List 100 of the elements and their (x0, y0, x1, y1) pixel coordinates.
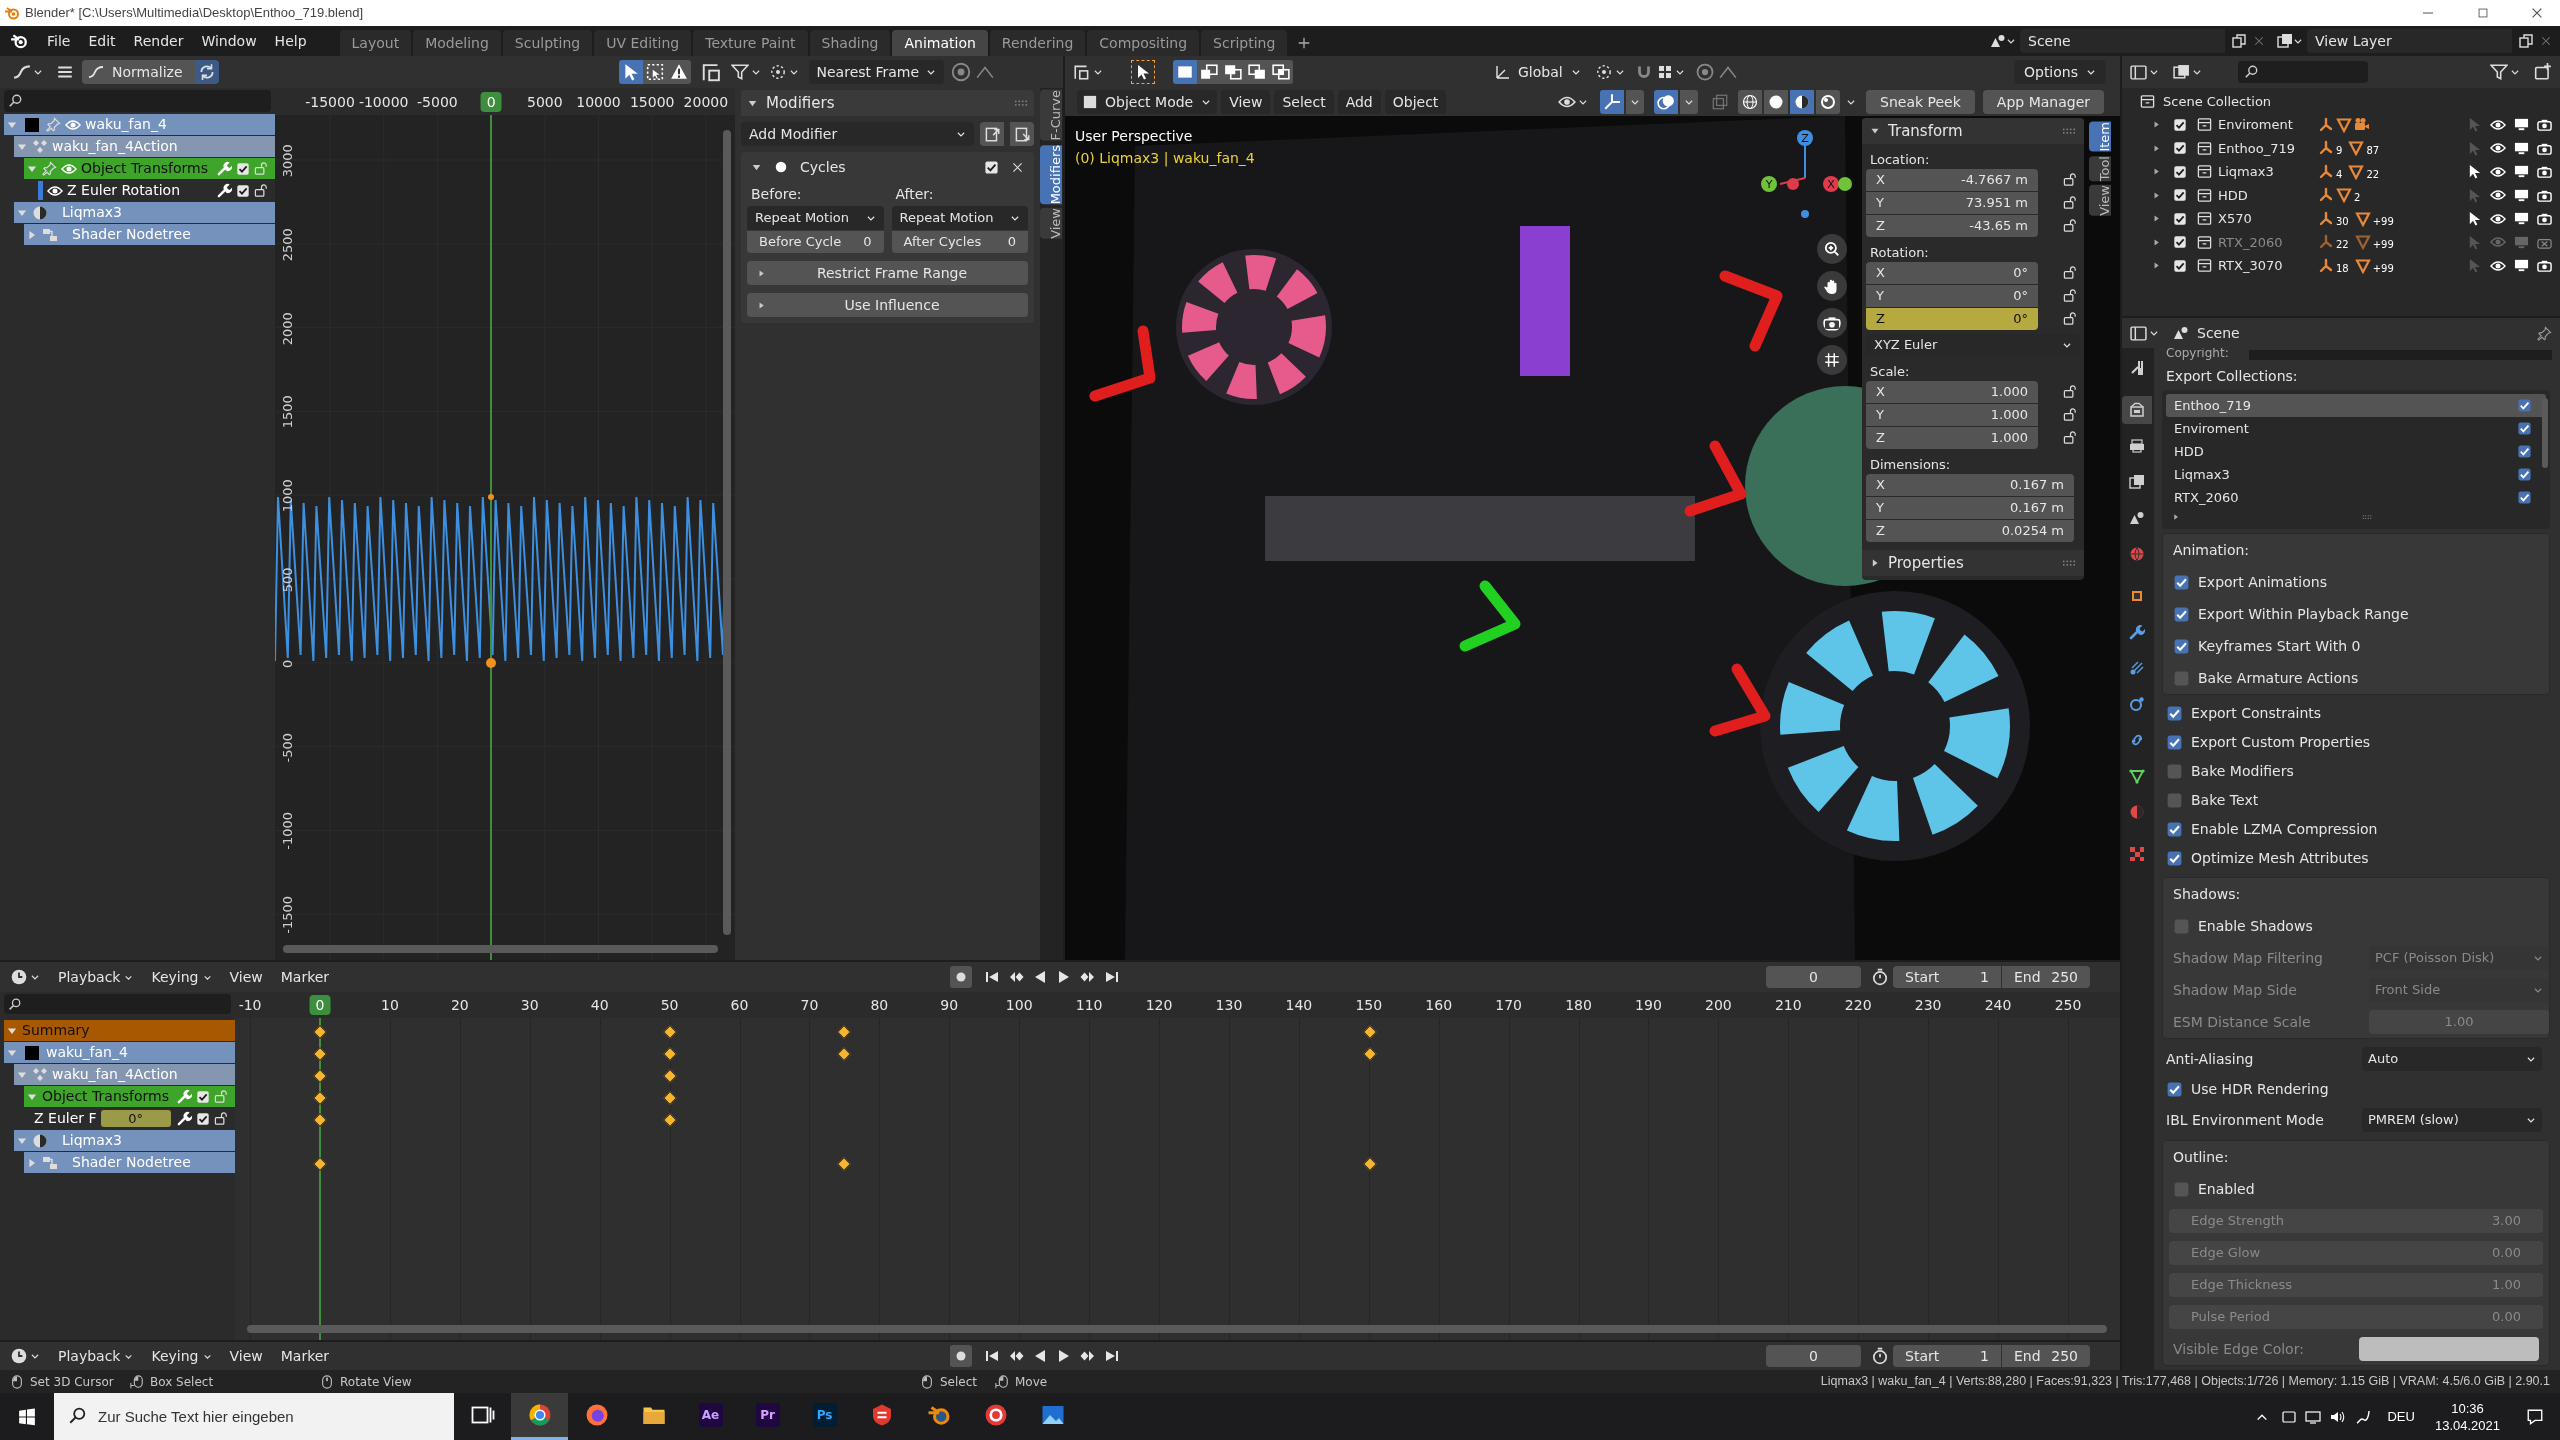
tree-item-label[interactable]: Enviroment (2218, 115, 2318, 135)
frame-field[interactable]: Start 1 (1893, 1345, 2001, 1367)
checkbox-option[interactable]: Bake Armature Actions (2173, 667, 2359, 689)
language-indicator[interactable]: DEU (2387, 1406, 2415, 1427)
checkbox-option[interactable]: Bake Text (2166, 790, 2259, 811)
orientation-dropdown[interactable]: Global (1488, 60, 1587, 84)
menu-item[interactable]: Keying (143, 965, 220, 989)
checkbox-option[interactable]: Export Constraints (2166, 703, 2322, 724)
sidebar-tab[interactable]: Tool (2089, 155, 2111, 181)
snap-dropdown[interactable]: Nearest Frame (808, 60, 944, 84)
menu-item[interactable]: Object (1384, 90, 1447, 114)
frame-field[interactable]: End 250 (2002, 966, 2090, 988)
workspace-tab[interactable]: Compositing (1087, 30, 1200, 56)
menu-item[interactable]: Keying (143, 1344, 220, 1368)
tree-item-label[interactable]: X570 (2218, 209, 2318, 229)
frame-field[interactable]: End 250 (2002, 1345, 2090, 1367)
sidebar-tab[interactable]: Modifiers (1040, 144, 1062, 204)
sidebar-tab[interactable]: Item (2089, 122, 2111, 152)
number-field[interactable]: X 0.167 m (1866, 473, 2074, 496)
number-field[interactable]: Y 73.951 m (1866, 191, 2038, 214)
taskbar-button[interactable]: Ps (796, 1393, 853, 1440)
checkbox-option[interactable]: Export Animations (2173, 571, 2327, 593)
menu-item[interactable]: Help (265, 29, 316, 53)
sidebar-tab[interactable]: View (2089, 184, 2111, 216)
workspace-tab[interactable]: Rendering (989, 30, 1086, 56)
checkbox-option[interactable]: Export Within Playback Range (2173, 603, 2409, 625)
menu-item[interactable]: Window (192, 29, 266, 53)
view-layer-field[interactable]: View Layer (2307, 29, 2512, 53)
tree-item-label[interactable]: RTX_3070 (2218, 256, 2318, 276)
menu-item[interactable]: Render (124, 29, 193, 53)
dropdown[interactable]: PMREM (slow) (2362, 1108, 2542, 1132)
workspace-tab[interactable]: Scripting (1201, 30, 1288, 56)
checkbox-option[interactable]: Enable LZMA Compression (2166, 819, 2378, 840)
sidebar-tab[interactable]: View (1040, 207, 1062, 239)
tree-item-label[interactable]: Enthoo_719 (2218, 138, 2318, 158)
search-field[interactable]: Zur Suche Text hier eingeben (54, 1393, 454, 1440)
mode-dropdown[interactable]: Object Mode (1077, 90, 1218, 114)
list-item[interactable]: Enthoo_719 (2166, 394, 2546, 417)
sidebar-tab[interactable]: F-Curve (1040, 90, 1062, 141)
tree-item-label[interactable]: HDD (2218, 185, 2318, 205)
number-field[interactable]: Before Cycle 0 (747, 231, 884, 253)
number-field[interactable]: Y 1.000 (1866, 403, 2038, 426)
number-field[interactable]: Z 0.0254 m (1866, 519, 2074, 542)
number-field[interactable]: Z 1.000 (1866, 426, 2038, 449)
scene-field[interactable]: Scene (2020, 29, 2225, 53)
workspace-tab[interactable]: Layout (339, 30, 412, 56)
checkbox-option[interactable]: Bake Modifiers (2166, 761, 2294, 782)
checkbox-option[interactable]: Enabled (2173, 1178, 2255, 1200)
menu-item[interactable]: Select (1274, 90, 1334, 114)
number-field[interactable]: Y 0° (1866, 284, 2038, 307)
workspace-tab[interactable]: Animation (892, 30, 988, 56)
mode-dropdown[interactable]: Repeat Motion (747, 206, 884, 230)
mode-dropdown[interactable]: Repeat Motion (891, 206, 1028, 230)
menu-item[interactable]: View (221, 965, 271, 989)
value-field[interactable]: 0° (100, 1110, 171, 1127)
panel-header[interactable]: Modifiers (741, 90, 1034, 116)
list-item[interactable]: Liqmax3 (2166, 463, 2546, 486)
add-modifier-dropdown[interactable]: Add Modifier (741, 122, 974, 146)
dropdown[interactable]: Auto (2362, 1047, 2542, 1071)
number-field[interactable]: Y 0.167 m (1866, 496, 2074, 519)
number-field[interactable]: X 0° (1866, 261, 2038, 284)
checkbox-option[interactable]: Use HDR Rendering (2166, 1079, 2329, 1100)
taskbar-button[interactable]: Ae (682, 1393, 739, 1440)
menu-item[interactable]: Add (1337, 90, 1381, 114)
workspace-tab[interactable]: UV Editing (594, 30, 692, 56)
channel-row[interactable]: Summary (4, 1020, 235, 1041)
axis-gizmo[interactable]: Z Y X (1755, 128, 1855, 218)
frame-field[interactable]: Start 1 (1893, 966, 2001, 988)
number-field[interactable]: Z -43.65 m (1866, 214, 2038, 237)
menu-item[interactable]: Playback (50, 965, 142, 989)
number-field[interactable]: X -4.7667 m (1866, 168, 2038, 191)
list-item[interactable]: HDD (2166, 440, 2546, 463)
menu-item[interactable]: Marker (272, 1344, 338, 1368)
options-dropdown[interactable]: Options (2013, 60, 2106, 84)
panel-header[interactable]: Properties (1862, 550, 2084, 576)
number-field[interactable]: After Cycles 0 (891, 231, 1028, 253)
workspace-tab[interactable]: Sculpting (502, 30, 593, 56)
addon-button[interactable]: App Manager (1982, 90, 2104, 114)
menu-item[interactable]: Edit (79, 29, 125, 53)
checkbox-option[interactable]: Keyframes Start With 0 (2173, 635, 2361, 657)
number-field[interactable]: X 1.000 (1866, 380, 2038, 403)
menu-item[interactable]: Marker (272, 965, 338, 989)
menu-item[interactable]: Playback (50, 1344, 142, 1368)
checkbox-option[interactable]: Export Custom Properties (2166, 732, 2371, 753)
subpanel-header[interactable]: Use Influence (747, 293, 1028, 317)
checkbox-option[interactable]: Optimize Mesh Attributes (2166, 848, 2369, 869)
menu-item[interactable]: View (221, 1344, 271, 1368)
menu-item[interactable]: File (38, 29, 80, 53)
checkbox-option[interactable]: Enable Shadows (2173, 915, 2313, 937)
normalize-toggle[interactable]: Normalize (82, 60, 195, 84)
channel-row[interactable]: Object Transforms (24, 1086, 235, 1107)
channel-row[interactable]: Object Transforms (24, 158, 275, 179)
frame-field[interactable]: 0 (1766, 966, 1861, 988)
list-item[interactable]: Enviroment (2166, 417, 2546, 440)
workspace-tab[interactable]: Texture Paint (693, 30, 808, 56)
workspace-tab[interactable]: Shading (809, 30, 891, 56)
subpanel-header[interactable]: Restrict Frame Range (747, 261, 1028, 285)
number-field[interactable]: Z 0° (1866, 307, 2038, 330)
menu-item[interactable]: View (1221, 90, 1271, 114)
workspace-tab[interactable]: Modeling (413, 30, 501, 56)
